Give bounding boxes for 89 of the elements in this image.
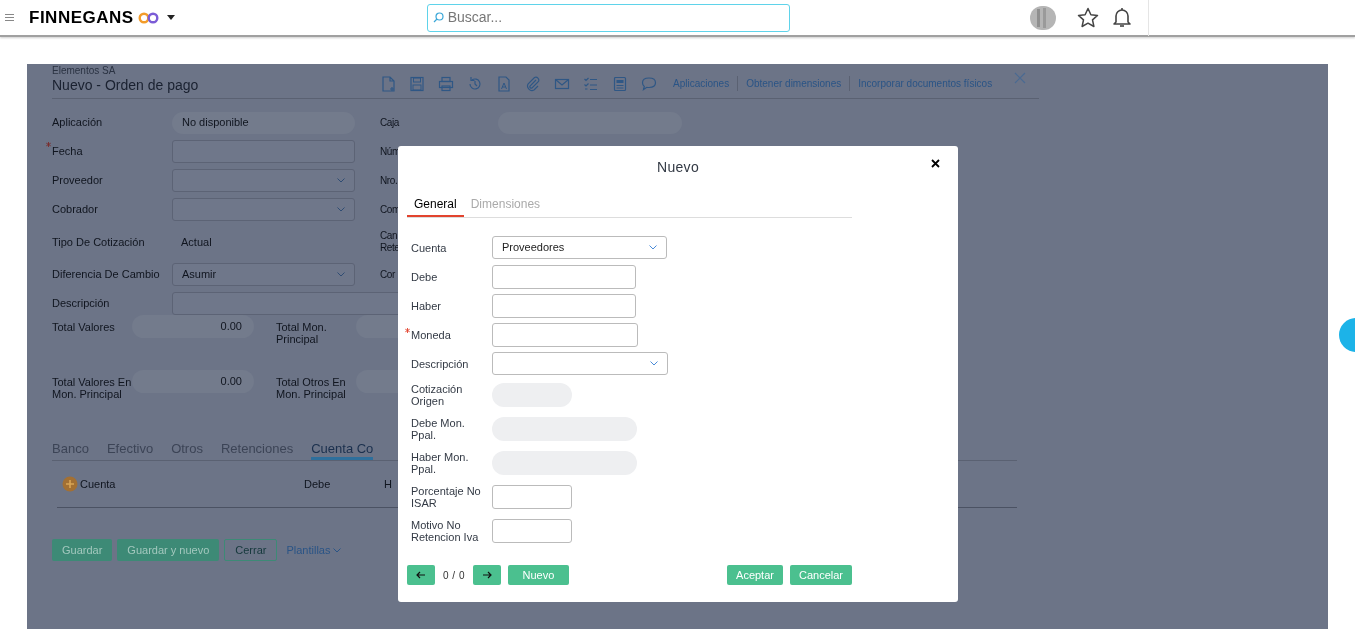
brand-name: FINNEGANS [29,6,134,29]
input-field[interactable] [492,322,638,347]
select-field[interactable] [172,198,355,221]
chevron-icon [337,207,345,212]
history-icon[interactable] [467,76,483,92]
select-field[interactable]: Asumir [172,263,355,286]
button[interactable]: Nuevo [507,565,569,585]
new-document-icon[interactable] [380,76,396,92]
tab[interactable]: Cuenta Co [311,439,374,460]
tab[interactable]: Dimensiones [463,192,548,217]
action-link[interactable]: Incorporar documentos físicos [849,76,1001,91]
text-document-icon[interactable] [496,76,512,92]
tab[interactable]: General [407,192,464,217]
field-label: Porcentaje No ISAR [411,485,482,509]
field-label: Total Valores En Mon. Principal [52,376,132,400]
field-label: Total Otros En Mon. Principal [276,376,347,400]
chevron-icon [332,547,341,553]
input-field[interactable] [492,519,572,543]
input-field[interactable] [492,293,636,318]
field-value: Actual [180,234,213,250]
column-header: H [384,476,393,492]
chevron-icon [649,245,657,250]
readonly-field: 0.00 [132,315,254,338]
select-field[interactable]: Proveedores [492,236,667,259]
column-header: Debe [304,476,332,492]
star-icon[interactable] [1076,7,1099,28]
field-label: Cuenta [411,241,448,254]
field-label: Debe Mon. Ppal. [411,417,466,441]
field-label: Proveedor [52,173,103,189]
left-arrow-button[interactable] [407,565,435,585]
column-header: Cuenta [80,476,117,492]
right-arrow-button[interactable] [472,565,501,585]
field-label: Diferencia De Cambio [52,267,160,283]
document-icon[interactable] [612,76,628,92]
brand-logo-icon [137,11,160,24]
search-field[interactable]: Buscar... [426,3,790,32]
field-label: Debe [411,270,439,283]
field-label: Fecha [52,144,83,160]
button[interactable]: Aceptar [727,565,783,585]
dialog-title: Nuevo [657,158,699,177]
readonly-field: 0.00 [132,370,254,393]
menu-icon[interactable] [5,14,14,21]
search-icon [432,12,444,23]
button[interactable]: Guardar [52,539,113,561]
button[interactable]: Cancelar [789,565,852,585]
input-field[interactable] [492,264,636,289]
bell-icon[interactable] [1111,7,1132,28]
checklist-icon[interactable] [583,76,599,92]
page-title: Nuevo - Orden de pago [52,76,200,94]
print-icon[interactable] [438,76,454,92]
readonly-field: No disponible [172,111,355,134]
company-name: Elementos SA [52,65,117,76]
field-label: Nro. [380,174,398,187]
field-label: Cotización Origen [411,383,464,407]
field-label: Haber Mon. Ppal. [411,451,470,475]
comment-icon[interactable] [641,76,657,92]
add-icon[interactable] [62,476,78,492]
field-label: Total Mon. Principal [276,321,328,345]
field-label: Cor [380,268,395,281]
action-link[interactable]: Aplicaciones [665,76,738,91]
select-field[interactable] [172,169,355,192]
select-field[interactable] [492,352,668,375]
mail-icon[interactable] [554,76,570,92]
attach-icon[interactable] [525,76,541,92]
caret-icon[interactable] [166,15,175,20]
field-label: Haber [411,299,442,312]
field-label: Can Rete [380,230,400,254]
pager-text: 0 / 0 [443,568,465,583]
field-label: Descripción [52,296,110,312]
chevron-icon [337,178,345,183]
field-label: Descripción [411,357,470,370]
field-label: Total Valores [52,321,116,333]
field-label: Caja [380,116,399,129]
chevron-icon [650,361,658,366]
search-input[interactable]: Buscar... [447,7,784,28]
save-icon[interactable] [409,76,425,92]
close-icon[interactable] [931,159,940,168]
field-label: Moneda [411,328,452,341]
field-label: Tipo De Cotización [52,234,145,250]
chevron-icon [337,272,345,277]
field-label: Motivo No Retencion Iva [411,519,480,543]
input-field[interactable] [492,485,572,509]
company-logo [1029,5,1056,30]
button[interactable]: Cerrar [224,539,278,561]
dropdown-link[interactable]: Plantillas [286,539,341,561]
action-link[interactable]: Obtener dimensiones [737,76,850,91]
field-label: Cobrador [52,202,98,218]
field-label: Aplicación [52,115,103,131]
button[interactable]: Guardar y nuevo [117,539,220,561]
